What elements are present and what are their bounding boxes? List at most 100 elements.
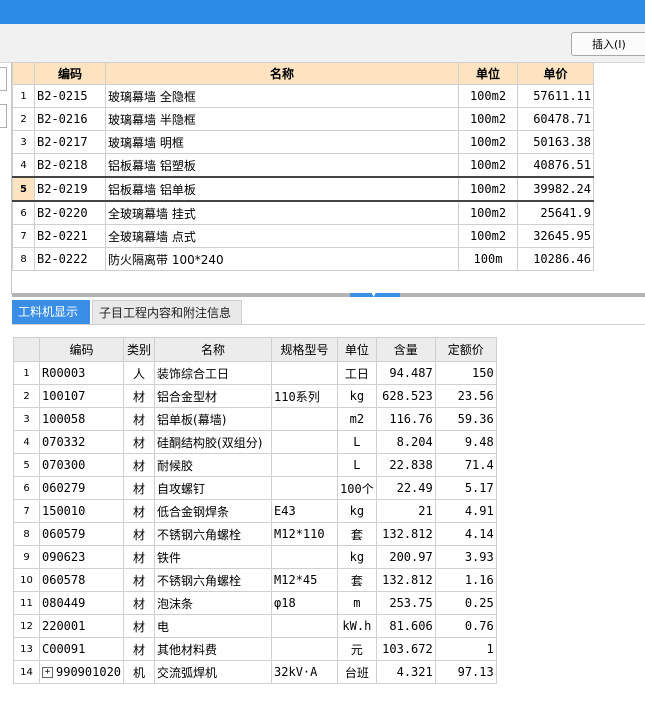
resource-unit-cell[interactable]: 100个 bbox=[337, 476, 377, 500]
resource-code-cell[interactable]: 090623 bbox=[38, 545, 125, 569]
resource-name-cell[interactable]: 铁件 bbox=[154, 545, 273, 569]
quota-unit-cell[interactable]: 100m bbox=[458, 247, 518, 271]
quota-code-cell[interactable]: B2-0216 bbox=[34, 107, 106, 131]
resource-quota-price-cell[interactable]: 150 bbox=[434, 361, 497, 385]
row-number[interactable]: 2 bbox=[13, 384, 40, 408]
row-number[interactable]: 5 bbox=[13, 453, 40, 477]
resource-name-cell[interactable]: 硅酮结构胶(双组分) bbox=[154, 430, 273, 454]
resource-row[interactable]: 14 +990901020 机交流弧焊机 32kV·A 台班 4.321 97.13 bbox=[13, 660, 497, 684]
quota-row[interactable]: 5 B2-0219 铝板幕墙 铝单板 100m2 39982.24 bbox=[12, 176, 594, 202]
quota-unit-cell[interactable]: 100m2 bbox=[458, 224, 518, 248]
resource-content-cell[interactable]: 22.49 bbox=[375, 476, 436, 500]
quota-row[interactable]: 7 B2-0221 全玻璃幕墙 点式 100m2 32645.95 bbox=[12, 224, 594, 248]
splitter-handle[interactable]: ▼ bbox=[350, 290, 400, 298]
resource-row[interactable]: 3 100058 材铝单板(幕墙) m2 116.76 59.36 bbox=[13, 407, 497, 431]
resource-quota-price-cell[interactable]: 4.91 bbox=[434, 499, 497, 523]
resource-content-cell[interactable]: 81.606 bbox=[375, 614, 436, 638]
resource-content-cell[interactable]: 94.487 bbox=[375, 361, 436, 385]
resource-unit-cell[interactable]: 元 bbox=[337, 637, 377, 661]
price-column-header[interactable]: 单价 bbox=[517, 62, 594, 85]
left-panel-tab[interactable] bbox=[0, 104, 7, 128]
quota-row[interactable]: 1 B2-0215 玻璃幕墙 全隐框 100m2 57611.11 bbox=[12, 84, 594, 108]
resource-code-cell[interactable]: 060279 bbox=[38, 476, 125, 500]
resource-quota-price-cell[interactable]: 71.4 bbox=[434, 453, 497, 477]
resource-category-cell[interactable]: 材 bbox=[123, 407, 156, 431]
row-number[interactable]: 11 bbox=[13, 591, 40, 615]
resource-name-cell[interactable]: 交流弧焊机 bbox=[154, 660, 273, 684]
resource-content-cell[interactable]: 22.838 bbox=[375, 453, 436, 477]
resource-spec-cell[interactable] bbox=[271, 545, 339, 569]
resource-spec-cell[interactable] bbox=[271, 361, 339, 385]
resource-code-cell[interactable]: C00091 bbox=[38, 637, 125, 661]
row-number[interactable]: 13 bbox=[13, 637, 40, 661]
resource-spec-cell[interactable]: E43 bbox=[271, 499, 339, 523]
quota-code-cell[interactable]: B2-0222 bbox=[34, 247, 106, 271]
quota-name-cell[interactable]: 铝板幕墙 铝单板 bbox=[105, 176, 459, 202]
resource-name-cell[interactable]: 耐候胶 bbox=[154, 453, 273, 477]
quota-unit-cell[interactable]: 100m2 bbox=[458, 153, 518, 178]
resource-code-cell[interactable]: 220001 bbox=[38, 614, 125, 638]
unit-column-header[interactable]: 单位 bbox=[458, 62, 518, 85]
resource-quota-price-cell[interactable]: 0.25 bbox=[434, 591, 497, 615]
quota-row[interactable]: 8 B2-0222 防火隔离带 100*240 100m 10286.46 bbox=[12, 247, 594, 271]
resource-name-cell[interactable]: 其他材料费 bbox=[154, 637, 273, 661]
resource-quota-price-cell[interactable]: 97.13 bbox=[434, 660, 497, 684]
resource-name-cell[interactable]: 不锈钢六角螺栓 bbox=[154, 522, 273, 546]
resource-row[interactable]: 6 060279 材自攻螺钉 100个 22.49 5.17 bbox=[13, 476, 497, 500]
name-column-header[interactable]: 名称 bbox=[154, 337, 273, 362]
resource-name-cell[interactable]: 自攻螺钉 bbox=[154, 476, 273, 500]
resource-spec-cell[interactable] bbox=[271, 476, 339, 500]
resource-unit-cell[interactable]: kg bbox=[337, 499, 377, 523]
resource-unit-cell[interactable]: 工日 bbox=[337, 361, 377, 385]
quota-name-cell[interactable]: 全玻璃幕墙 点式 bbox=[105, 224, 459, 248]
row-number[interactable]: 8 bbox=[13, 522, 40, 546]
insert-button[interactable]: 插入(I) bbox=[571, 32, 645, 56]
row-number[interactable]: 10 bbox=[13, 568, 40, 592]
quota-unit-cell[interactable]: 100m2 bbox=[458, 107, 518, 131]
quota-price-cell[interactable]: 10286.46 bbox=[517, 247, 594, 271]
resource-category-cell[interactable]: 材 bbox=[123, 545, 156, 569]
unit-column-header[interactable]: 单位 bbox=[337, 337, 377, 362]
quota-code-cell[interactable]: B2-0221 bbox=[34, 224, 106, 248]
quota-unit-cell[interactable]: 100m2 bbox=[458, 176, 518, 202]
quota-row[interactable]: 6 B2-0220 全玻璃幕墙 挂式 100m2 25641.9 bbox=[12, 200, 594, 225]
quota-price-cell[interactable]: 50163.38 bbox=[517, 130, 594, 154]
resource-content-cell[interactable]: 4.321 bbox=[375, 660, 436, 684]
row-number[interactable]: 1 bbox=[12, 84, 35, 108]
tab-labor-materials[interactable]: 工料机显示 bbox=[12, 300, 90, 324]
code-column-header[interactable]: 编码 bbox=[38, 337, 125, 362]
quota-price-cell[interactable]: 57611.11 bbox=[517, 84, 594, 108]
resource-unit-cell[interactable]: kW.h bbox=[337, 614, 377, 638]
resource-spec-cell[interactable]: M12*45 bbox=[271, 568, 339, 592]
resource-category-cell[interactable]: 材 bbox=[123, 430, 156, 454]
quota-code-cell[interactable]: B2-0219 bbox=[34, 176, 106, 202]
quota-name-cell[interactable]: 玻璃幕墙 明框 bbox=[105, 130, 459, 154]
resource-content-cell[interactable]: 132.812 bbox=[375, 568, 436, 592]
resource-name-cell[interactable]: 不锈钢六角螺栓 bbox=[154, 568, 273, 592]
resource-category-cell[interactable]: 材 bbox=[123, 568, 156, 592]
row-number[interactable]: 4 bbox=[12, 153, 35, 178]
row-number[interactable]: 1 bbox=[13, 361, 40, 385]
resource-quota-price-cell[interactable]: 5.17 bbox=[434, 476, 497, 500]
resource-name-cell[interactable]: 铝单板(幕墙) bbox=[154, 407, 273, 431]
spec-column-header[interactable]: 规格型号 bbox=[271, 337, 339, 362]
resource-spec-cell[interactable] bbox=[271, 430, 339, 454]
resource-spec-cell[interactable]: 32kV·A bbox=[271, 660, 339, 684]
tab-subitem-info[interactable]: 子目工程内容和附注信息 bbox=[92, 300, 242, 324]
resource-row[interactable]: 7 150010 材低合金钢焊条 E43 kg 21 4.91 bbox=[13, 499, 497, 523]
resource-name-cell[interactable]: 铝合金型材 bbox=[154, 384, 273, 408]
resource-quota-price-cell[interactable]: 4.14 bbox=[434, 522, 497, 546]
resource-code-cell[interactable]: 100058 bbox=[38, 407, 125, 431]
resource-code-cell[interactable]: R00003 bbox=[38, 361, 125, 385]
resource-row[interactable]: 2 100107 材铝合金型材 110系列 kg 628.523 23.56 bbox=[13, 384, 497, 408]
quota-name-cell[interactable]: 全玻璃幕墙 挂式 bbox=[105, 200, 459, 225]
quota-name-cell[interactable]: 铝板幕墙 铝塑板 bbox=[105, 153, 459, 178]
resource-quota-price-cell[interactable]: 9.48 bbox=[434, 430, 497, 454]
row-number[interactable]: 7 bbox=[12, 224, 35, 248]
resource-category-cell[interactable]: 材 bbox=[123, 476, 156, 500]
resource-row[interactable]: 11 080449 材泡沫条 φ18 m 253.75 0.25 bbox=[13, 591, 497, 615]
resource-code-cell[interactable]: 150010 bbox=[38, 499, 125, 523]
expand-icon[interactable]: + bbox=[42, 667, 53, 678]
row-number[interactable]: 6 bbox=[13, 476, 40, 500]
resource-name-cell[interactable]: 装饰综合工日 bbox=[154, 361, 273, 385]
